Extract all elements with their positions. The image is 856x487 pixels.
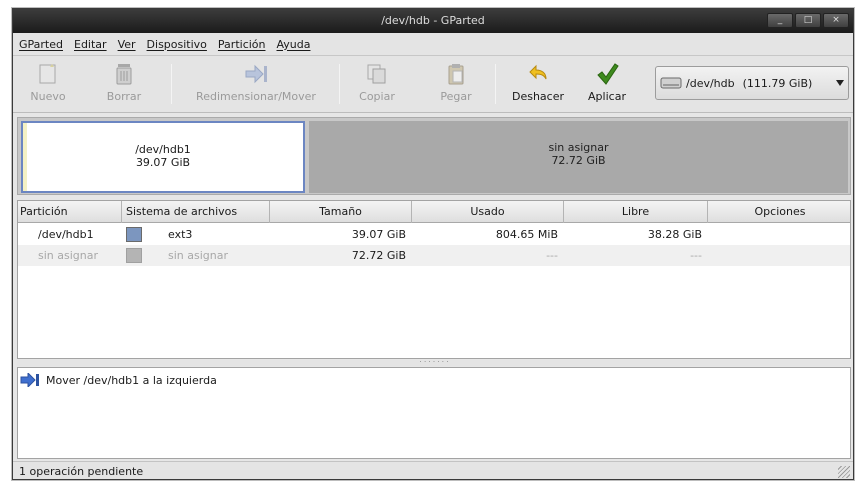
- pane-splitter[interactable]: · · · · · · ·: [17, 359, 851, 366]
- filesystem-cell: sin asignar: [168, 249, 229, 262]
- options-cell: [708, 245, 848, 266]
- map-partition-name: /dev/hdb1: [135, 143, 191, 156]
- table-header: Partición Sistema de archivos Tamaño Usa…: [18, 201, 850, 223]
- resize-move-label: Redimensionar/Mover: [196, 90, 316, 103]
- device-selector[interactable]: /dev/hdb (111.79 GiB): [655, 66, 849, 100]
- operation-label: Mover /dev/hdb1 a la izquierda: [46, 373, 217, 387]
- menu-ver[interactable]: Ver: [118, 38, 136, 51]
- map-partition-hdb1[interactable]: /dev/hdb1 39.07 GiB: [21, 121, 305, 193]
- undo-label: Deshacer: [511, 90, 565, 103]
- filesystem-color-swatch: [126, 248, 142, 263]
- minimize-button[interactable]: _: [767, 13, 793, 28]
- map-partition-size: 39.07 GiB: [135, 156, 191, 169]
- column-header-usado[interactable]: Usado: [412, 201, 564, 223]
- paste-button[interactable]: Pegar: [431, 60, 481, 110]
- maximize-button[interactable]: □: [795, 13, 821, 28]
- window-title: /dev/hdb - GParted: [381, 14, 485, 27]
- free-cell: ---: [690, 249, 702, 262]
- size-cell: 72.72 GiB: [351, 249, 406, 262]
- title-bar: /dev/hdb - GParted _ □ ×: [13, 9, 853, 33]
- resize-move-icon: [244, 62, 268, 86]
- menu-editar[interactable]: Editar: [74, 38, 107, 51]
- map-unallocated[interactable]: sin asignar 72.72 GiB: [309, 121, 848, 193]
- close-button[interactable]: ×: [823, 13, 849, 28]
- partition-cell: /dev/hdb1: [38, 228, 94, 241]
- map-unallocated-name: sin asignar: [548, 141, 609, 154]
- used-cell: 804.65 MiB: [495, 228, 558, 241]
- resize-grip-icon[interactable]: [838, 466, 850, 478]
- gparted-window: /dev/hdb - GParted _ □ × GParted Editar …: [12, 8, 854, 480]
- undo-icon: [526, 62, 550, 86]
- map-unallocated-size: 72.72 GiB: [551, 154, 606, 167]
- paste-icon: [444, 62, 468, 86]
- delete-label: Borrar: [106, 90, 142, 103]
- device-name: /dev/hdb: [686, 76, 735, 90]
- checkmark-icon: [595, 62, 619, 86]
- partition-table: Partición Sistema de archivos Tamaño Usa…: [17, 200, 851, 359]
- window-controls: _ □ ×: [767, 13, 849, 28]
- menu-bar: GParted Editar Ver Dispositivo Partición…: [13, 33, 853, 55]
- menu-dispositivo[interactable]: Dispositivo: [147, 38, 207, 51]
- options-cell: [708, 224, 848, 245]
- table-row[interactable]: sin asignar sin asignar 72.72 GiB --- --…: [18, 245, 850, 266]
- menu-particion[interactable]: Partición: [218, 38, 266, 51]
- column-header-libre[interactable]: Libre: [564, 201, 708, 223]
- apply-label: Aplicar: [588, 90, 626, 103]
- delete-button[interactable]: Borrar: [101, 60, 147, 110]
- filesystem-cell: ext3: [168, 228, 193, 241]
- copy-icon: [365, 62, 389, 86]
- copy-button[interactable]: Copiar: [351, 60, 403, 110]
- status-bar: 1 operación pendiente: [13, 461, 853, 479]
- list-item[interactable]: Mover /dev/hdb1 a la izquierda: [20, 371, 217, 389]
- status-text: 1 operación pendiente: [19, 465, 144, 478]
- column-header-particion[interactable]: Partición: [18, 201, 122, 223]
- copy-label: Copiar: [359, 90, 395, 103]
- toolbar: Nuevo Borrar Redimensionar/Mover Copiar: [13, 55, 853, 113]
- dropdown-arrow-icon: [836, 80, 844, 86]
- toolbar-separator: [495, 64, 496, 104]
- used-cell: ---: [546, 249, 558, 262]
- free-cell: 38.28 GiB: [647, 228, 702, 241]
- paste-label: Pegar: [440, 90, 472, 103]
- apply-button[interactable]: Aplicar: [579, 60, 635, 110]
- toolbar-separator: [339, 64, 340, 104]
- resize-move-button[interactable]: Redimensionar/Mover: [183, 60, 329, 110]
- column-header-opciones[interactable]: Opciones: [708, 201, 852, 223]
- device-size: (111.79 GiB): [742, 76, 813, 90]
- menu-ayuda[interactable]: Ayuda: [277, 38, 311, 51]
- column-header-tamano[interactable]: Tamaño: [270, 201, 412, 223]
- usage-strip: [23, 123, 27, 191]
- undo-button[interactable]: Deshacer: [505, 60, 571, 110]
- move-arrow-icon: [20, 371, 40, 389]
- size-cell: 39.07 GiB: [351, 228, 406, 241]
- trash-icon: [112, 62, 136, 86]
- new-partition-icon: [36, 62, 60, 86]
- disk-map: /dev/hdb1 39.07 GiB sin asignar 72.72 Gi…: [17, 117, 851, 195]
- pending-operations-list: Mover /dev/hdb1 a la izquierda: [17, 367, 851, 459]
- filesystem-color-swatch: [126, 227, 142, 242]
- harddisk-icon: [660, 76, 682, 90]
- menu-gparted[interactable]: GParted: [19, 38, 63, 51]
- new-label: Nuevo: [30, 90, 66, 103]
- column-header-sistema[interactable]: Sistema de archivos: [122, 201, 270, 223]
- partition-cell: sin asignar: [38, 249, 99, 262]
- new-button[interactable]: Nuevo: [25, 60, 71, 110]
- toolbar-separator: [171, 64, 172, 104]
- table-row[interactable]: /dev/hdb1 ext3 39.07 GiB 804.65 MiB 38.2…: [18, 224, 850, 245]
